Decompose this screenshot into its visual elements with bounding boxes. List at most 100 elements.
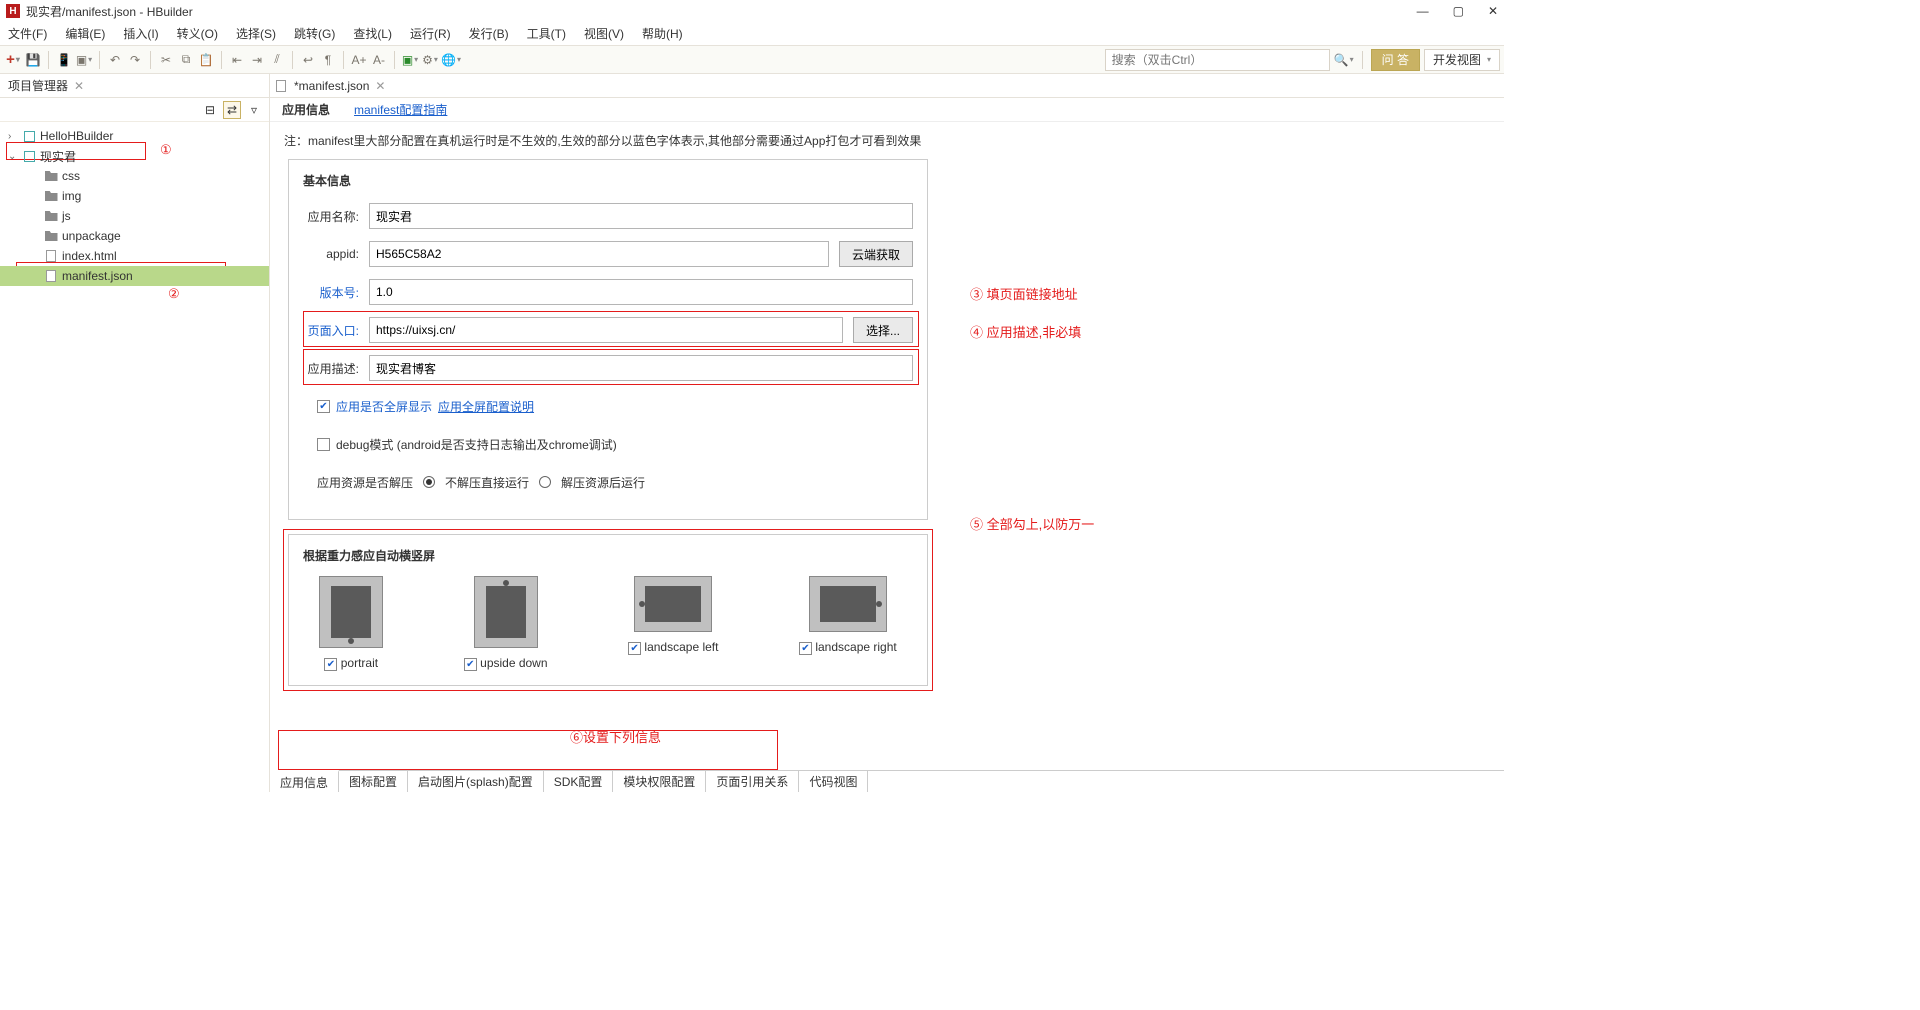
close-icon[interactable]: ✕ xyxy=(375,79,385,93)
tree-item[interactable]: index.html xyxy=(0,246,269,266)
menu-bar: 文件(F) 编辑(E) 插入(I) 转义(O) 选择(S) 跳转(G) 查找(L) 运行(R)… xyxy=(0,22,1504,46)
run-browser-button[interactable]: ▣▾ xyxy=(75,50,93,70)
landscape-right-checkbox[interactable] xyxy=(799,642,812,655)
cloud-fetch-button[interactable]: 云端获取 xyxy=(839,241,913,267)
fullscreen-checkbox[interactable] xyxy=(317,400,330,413)
tree-item[interactable]: css xyxy=(0,166,269,186)
search-input[interactable] xyxy=(1105,49,1330,71)
minimize-button[interactable]: — xyxy=(1417,4,1429,18)
tree-item[interactable]: unpackage xyxy=(0,226,269,246)
wrap-button[interactable]: ↩ xyxy=(299,50,317,70)
choose-entry-button[interactable]: 选择... xyxy=(853,317,913,343)
show-chars-button[interactable]: ¶ xyxy=(319,50,337,70)
close-icon[interactable]: ✕ xyxy=(74,79,84,93)
editor-tab[interactable]: *manifest.json ✕ xyxy=(270,74,1504,98)
manifest-tab[interactable]: 应用信息 xyxy=(270,770,339,792)
browser-button[interactable]: 🌐▾ xyxy=(441,50,461,70)
validate-button[interactable]: ▣▾ xyxy=(401,50,419,70)
tree-item[interactable]: js xyxy=(0,206,269,226)
config-button[interactable]: ⚙▾ xyxy=(421,50,439,70)
manifest-tab[interactable]: 模块权限配置 xyxy=(613,771,706,792)
comment-button[interactable]: ⫽ xyxy=(268,50,286,70)
tree-item[interactable]: ›HelloHBuilder xyxy=(0,126,269,146)
tree-item[interactable]: img xyxy=(0,186,269,206)
search-go-button[interactable]: 🔍▾ xyxy=(1334,50,1354,70)
app-name-label: 应用名称: xyxy=(303,208,359,225)
menu-item[interactable]: 选择(S) xyxy=(236,25,276,42)
fullscreen-help-link[interactable]: 应用全屏配置说明 xyxy=(438,398,534,415)
run-device-button[interactable]: 📱 xyxy=(55,50,73,70)
menu-item[interactable]: 运行(R) xyxy=(410,25,451,42)
menu-item[interactable]: 查找(L) xyxy=(353,25,392,42)
unpack-yes-label: 解压资源后运行 xyxy=(561,474,645,491)
tree-item[interactable]: manifest.json xyxy=(0,266,269,286)
editor-subheader: 应用信息 manifest配置指南 xyxy=(270,98,1504,122)
menu-item[interactable]: 发行(B) xyxy=(469,25,509,42)
unpack-yes-radio[interactable] xyxy=(539,476,551,488)
manifest-tab[interactable]: 启动图片(splash)配置 xyxy=(408,771,544,792)
cut-button[interactable]: ✂ xyxy=(157,50,175,70)
version-label: 版本号: xyxy=(303,284,359,301)
menu-item[interactable]: 工具(T) xyxy=(527,25,566,42)
landscape-left-checkbox[interactable] xyxy=(628,642,641,655)
manifest-tab[interactable]: 页面引用关系 xyxy=(706,771,799,792)
maximize-button[interactable]: ▢ xyxy=(1453,4,1464,18)
copy-button[interactable]: ⧉ xyxy=(177,50,195,70)
paste-button[interactable]: 📋 xyxy=(197,50,215,70)
menu-item[interactable]: 文件(F) xyxy=(8,25,47,42)
tree-item[interactable]: ⌄现实君 xyxy=(0,146,269,166)
perspective-button[interactable]: 开发视图▾ xyxy=(1424,49,1500,71)
menu-item[interactable]: 视图(V) xyxy=(584,25,624,42)
manifest-guide-link[interactable]: manifest配置指南 xyxy=(354,101,447,118)
portrait-checkbox[interactable] xyxy=(324,658,337,671)
manifest-tab[interactable]: 代码视图 xyxy=(799,771,868,792)
upside-down-icon xyxy=(474,576,538,648)
desc-input[interactable] xyxy=(369,355,913,381)
panel-legend: 根据重力感应自动横竖屏 xyxy=(303,547,913,564)
close-button[interactable]: ✕ xyxy=(1488,4,1498,18)
menu-item[interactable]: 转义(O) xyxy=(177,25,218,42)
menu-item[interactable]: 帮助(H) xyxy=(642,25,683,42)
undo-button[interactable]: ↶ xyxy=(106,50,124,70)
entry-input[interactable] xyxy=(369,317,843,343)
sidebar-tab[interactable]: 项目管理器 ✕ xyxy=(0,74,269,98)
debug-checkbox[interactable] xyxy=(317,438,330,451)
link-editor-icon[interactable]: ⇄ xyxy=(223,101,241,119)
file-icon xyxy=(276,80,286,92)
appid-input[interactable] xyxy=(369,241,829,267)
note-text: 注：manifest里大部分配置在真机运行时是不生效的,生效的部分以蓝色字体表示… xyxy=(270,122,1504,155)
app-icon: H xyxy=(6,4,20,18)
unpack-no-radio[interactable] xyxy=(423,476,435,488)
font-dec-button[interactable]: A- xyxy=(370,50,388,70)
indent-button[interactable]: ⇥ xyxy=(248,50,266,70)
entry-label: 页面入口: xyxy=(303,322,359,339)
collapse-all-icon[interactable]: ⊟ xyxy=(201,101,219,119)
sidebar-tab-label: 项目管理器 xyxy=(8,77,68,94)
desc-label: 应用描述: xyxy=(303,360,359,377)
redo-button[interactable]: ↷ xyxy=(126,50,144,70)
annotation-3: ③ 填页面链接地址 xyxy=(970,284,1078,303)
app-name-input[interactable] xyxy=(369,203,913,229)
landscape-left-icon xyxy=(634,576,712,632)
qa-button[interactable]: 问 答 xyxy=(1371,49,1420,71)
view-menu-icon[interactable]: ▿ xyxy=(245,101,263,119)
menu-item[interactable]: 跳转(G) xyxy=(294,25,335,42)
font-inc-button[interactable]: A+ xyxy=(350,50,368,70)
unpack-label: 应用资源是否解压 xyxy=(317,474,413,491)
save-button[interactable]: 💾 xyxy=(24,50,42,70)
sidebar: 项目管理器 ✕ ⊟ ⇄ ▿ ① ② ›HelloHBuilder⌄现实君cssi… xyxy=(0,74,270,792)
project-tree[interactable]: ① ② ›HelloHBuilder⌄现实君cssimgjsunpackagei… xyxy=(0,122,269,290)
upside-checkbox[interactable] xyxy=(464,658,477,671)
appid-label: appid: xyxy=(303,247,359,261)
menu-item[interactable]: 编辑(E) xyxy=(65,25,105,42)
manifest-tab[interactable]: SDK配置 xyxy=(544,771,614,792)
menu-item[interactable]: 插入(I) xyxy=(123,25,158,42)
new-button[interactable]: +▾ xyxy=(4,50,22,70)
annotation-6: ⑥设置下列信息 xyxy=(570,727,661,746)
panel-legend: 基本信息 xyxy=(303,172,913,189)
version-input[interactable] xyxy=(369,279,913,305)
title-bar: H 现实君/manifest.json - HBuilder — ▢ ✕ xyxy=(0,0,1504,22)
manifest-tab[interactable]: 图标配置 xyxy=(339,771,408,792)
outdent-button[interactable]: ⇤ xyxy=(228,50,246,70)
debug-label: debug模式 (android是否支持日志输出及chrome调试) xyxy=(336,436,617,453)
